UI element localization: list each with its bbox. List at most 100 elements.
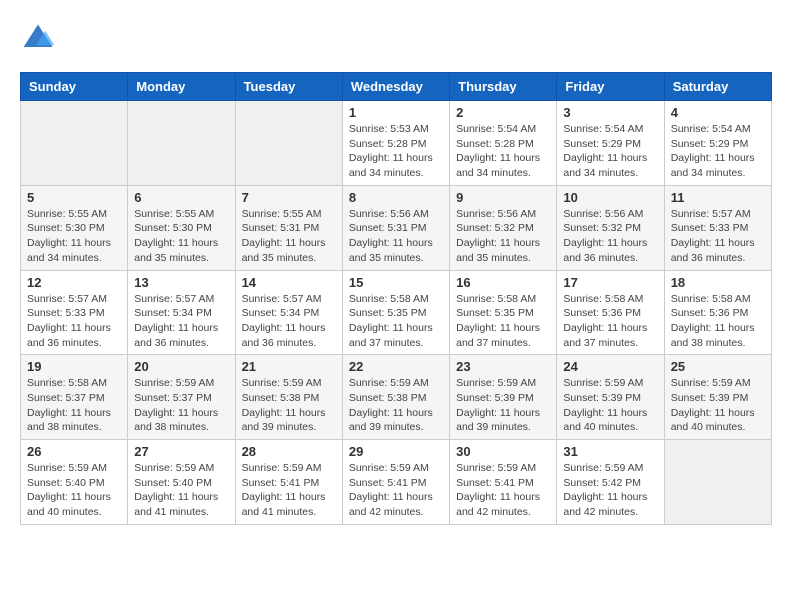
calendar-cell xyxy=(235,101,342,186)
calendar-cell: 15 Sunrise: 5:58 AM Sunset: 5:35 PM Dayli… xyxy=(342,270,449,355)
day-info: Sunrise: 5:59 AM Sunset: 5:41 PM Dayligh… xyxy=(242,461,336,520)
day-info: Sunrise: 5:55 AM Sunset: 5:30 PM Dayligh… xyxy=(134,207,228,266)
calendar-week-row: 12 Sunrise: 5:57 AM Sunset: 5:33 PM Dayli… xyxy=(21,270,772,355)
day-number: 21 xyxy=(242,359,336,374)
day-info: Sunrise: 5:58 AM Sunset: 5:36 PM Dayligh… xyxy=(563,292,657,351)
day-number: 15 xyxy=(349,275,443,290)
day-number: 9 xyxy=(456,190,550,205)
day-info: Sunrise: 5:56 AM Sunset: 5:32 PM Dayligh… xyxy=(456,207,550,266)
logo-icon xyxy=(20,20,56,56)
day-number: 17 xyxy=(563,275,657,290)
calendar-cell xyxy=(128,101,235,186)
calendar-week-row: 26 Sunrise: 5:59 AM Sunset: 5:40 PM Dayli… xyxy=(21,440,772,525)
day-number: 7 xyxy=(242,190,336,205)
day-info: Sunrise: 5:58 AM Sunset: 5:35 PM Dayligh… xyxy=(456,292,550,351)
calendar-cell: 27 Sunrise: 5:59 AM Sunset: 5:40 PM Dayli… xyxy=(128,440,235,525)
day-number: 14 xyxy=(242,275,336,290)
day-info: Sunrise: 5:56 AM Sunset: 5:32 PM Dayligh… xyxy=(563,207,657,266)
day-number: 1 xyxy=(349,105,443,120)
calendar-cell: 1 Sunrise: 5:53 AM Sunset: 5:28 PM Daylig… xyxy=(342,101,449,186)
calendar-cell: 21 Sunrise: 5:59 AM Sunset: 5:38 PM Dayli… xyxy=(235,355,342,440)
calendar-week-row: 19 Sunrise: 5:58 AM Sunset: 5:37 PM Dayli… xyxy=(21,355,772,440)
day-number: 28 xyxy=(242,444,336,459)
day-number: 26 xyxy=(27,444,121,459)
calendar-cell: 7 Sunrise: 5:55 AM Sunset: 5:31 PM Daylig… xyxy=(235,185,342,270)
day-number: 23 xyxy=(456,359,550,374)
day-info: Sunrise: 5:54 AM Sunset: 5:29 PM Dayligh… xyxy=(563,122,657,181)
day-info: Sunrise: 5:59 AM Sunset: 5:40 PM Dayligh… xyxy=(134,461,228,520)
calendar-cell: 5Sunrise: 5:55 AM Sunset: 5:30 PM Daylig… xyxy=(21,185,128,270)
calendar-table: SundayMondayTuesdayWednesdayThursdayFrid… xyxy=(20,72,772,525)
day-info: Sunrise: 5:59 AM Sunset: 5:38 PM Dayligh… xyxy=(242,376,336,435)
calendar-cell xyxy=(664,440,771,525)
day-info: Sunrise: 5:59 AM Sunset: 5:42 PM Dayligh… xyxy=(563,461,657,520)
calendar-cell: 20Sunrise: 5:59 AM Sunset: 5:37 PM Dayli… xyxy=(128,355,235,440)
day-number: 4 xyxy=(671,105,765,120)
day-info: Sunrise: 5:56 AM Sunset: 5:31 PM Dayligh… xyxy=(349,207,443,266)
header xyxy=(20,20,772,56)
day-info: Sunrise: 5:59 AM Sunset: 5:39 PM Dayligh… xyxy=(563,376,657,435)
calendar-cell: 29Sunrise: 5:59 AM Sunset: 5:41 PM Dayli… xyxy=(342,440,449,525)
calendar-cell: 24 Sunrise: 5:59 AM Sunset: 5:39 PM Dayli… xyxy=(557,355,664,440)
calendar-header-row: SundayMondayTuesdayWednesdayThursdayFrid… xyxy=(21,73,772,101)
calendar-cell: 23Sunrise: 5:59 AM Sunset: 5:39 PM Dayli… xyxy=(450,355,557,440)
logo xyxy=(20,20,60,56)
column-header-monday: Monday xyxy=(128,73,235,101)
day-number: 20 xyxy=(134,359,228,374)
calendar-week-row: 1 Sunrise: 5:53 AM Sunset: 5:28 PM Daylig… xyxy=(21,101,772,186)
day-info: Sunrise: 5:57 AM Sunset: 5:34 PM Dayligh… xyxy=(242,292,336,351)
day-info: Sunrise: 5:57 AM Sunset: 5:34 PM Dayligh… xyxy=(134,292,228,351)
calendar-cell: 4 Sunrise: 5:54 AM Sunset: 5:29 PM Daylig… xyxy=(664,101,771,186)
column-header-saturday: Saturday xyxy=(664,73,771,101)
calendar-cell: 25 Sunrise: 5:59 AM Sunset: 5:39 PM Dayli… xyxy=(664,355,771,440)
calendar-cell: 10 Sunrise: 5:56 AM Sunset: 5:32 PM Dayli… xyxy=(557,185,664,270)
day-number: 19 xyxy=(27,359,121,374)
day-number: 22 xyxy=(349,359,443,374)
day-number: 25 xyxy=(671,359,765,374)
calendar-cell: 3Sunrise: 5:54 AM Sunset: 5:29 PM Daylig… xyxy=(557,101,664,186)
calendar-cell: 9 Sunrise: 5:56 AM Sunset: 5:32 PM Daylig… xyxy=(450,185,557,270)
day-info: Sunrise: 5:59 AM Sunset: 5:39 PM Dayligh… xyxy=(671,376,765,435)
day-info: Sunrise: 5:58 AM Sunset: 5:37 PM Dayligh… xyxy=(27,376,121,435)
calendar-cell: 26 Sunrise: 5:59 AM Sunset: 5:40 PM Dayli… xyxy=(21,440,128,525)
calendar-cell: 12 Sunrise: 5:57 AM Sunset: 5:33 PM Dayli… xyxy=(21,270,128,355)
calendar-cell: 14 Sunrise: 5:57 AM Sunset: 5:34 PM Dayli… xyxy=(235,270,342,355)
day-number: 10 xyxy=(563,190,657,205)
day-number: 6 xyxy=(134,190,228,205)
day-number: 12 xyxy=(27,275,121,290)
day-info: Sunrise: 5:58 AM Sunset: 5:36 PM Dayligh… xyxy=(671,292,765,351)
day-number: 24 xyxy=(563,359,657,374)
column-header-tuesday: Tuesday xyxy=(235,73,342,101)
day-info: Sunrise: 5:57 AM Sunset: 5:33 PM Dayligh… xyxy=(671,207,765,266)
calendar-cell: 16 Sunrise: 5:58 AM Sunset: 5:35 PM Dayli… xyxy=(450,270,557,355)
day-info: Sunrise: 5:55 AM Sunset: 5:30 PM Dayligh… xyxy=(27,207,121,266)
calendar-week-row: 5Sunrise: 5:55 AM Sunset: 5:30 PM Daylig… xyxy=(21,185,772,270)
day-number: 31 xyxy=(563,444,657,459)
day-number: 16 xyxy=(456,275,550,290)
day-number: 13 xyxy=(134,275,228,290)
day-info: Sunrise: 5:58 AM Sunset: 5:35 PM Dayligh… xyxy=(349,292,443,351)
day-number: 29 xyxy=(349,444,443,459)
calendar-cell: 2 Sunrise: 5:54 AM Sunset: 5:28 PM Daylig… xyxy=(450,101,557,186)
calendar-cell xyxy=(21,101,128,186)
day-number: 27 xyxy=(134,444,228,459)
day-number: 2 xyxy=(456,105,550,120)
day-info: Sunrise: 5:59 AM Sunset: 5:38 PM Dayligh… xyxy=(349,376,443,435)
calendar-cell: 31 Sunrise: 5:59 AM Sunset: 5:42 PM Dayli… xyxy=(557,440,664,525)
day-info: Sunrise: 5:55 AM Sunset: 5:31 PM Dayligh… xyxy=(242,207,336,266)
calendar-cell: 6 Sunrise: 5:55 AM Sunset: 5:30 PM Daylig… xyxy=(128,185,235,270)
day-info: Sunrise: 5:54 AM Sunset: 5:29 PM Dayligh… xyxy=(671,122,765,181)
calendar-cell: 30Sunrise: 5:59 AM Sunset: 5:41 PM Dayli… xyxy=(450,440,557,525)
calendar-cell: 17 Sunrise: 5:58 AM Sunset: 5:36 PM Dayli… xyxy=(557,270,664,355)
calendar-cell: 18Sunrise: 5:58 AM Sunset: 5:36 PM Dayli… xyxy=(664,270,771,355)
calendar-cell: 28 Sunrise: 5:59 AM Sunset: 5:41 PM Dayli… xyxy=(235,440,342,525)
calendar-cell: 19 Sunrise: 5:58 AM Sunset: 5:37 PM Dayli… xyxy=(21,355,128,440)
day-info: Sunrise: 5:57 AM Sunset: 5:33 PM Dayligh… xyxy=(27,292,121,351)
day-info: Sunrise: 5:59 AM Sunset: 5:40 PM Dayligh… xyxy=(27,461,121,520)
calendar-cell: 13 Sunrise: 5:57 AM Sunset: 5:34 PM Dayli… xyxy=(128,270,235,355)
day-number: 30 xyxy=(456,444,550,459)
day-info: Sunrise: 5:54 AM Sunset: 5:28 PM Dayligh… xyxy=(456,122,550,181)
day-info: Sunrise: 5:53 AM Sunset: 5:28 PM Dayligh… xyxy=(349,122,443,181)
column-header-thursday: Thursday xyxy=(450,73,557,101)
column-header-friday: Friday xyxy=(557,73,664,101)
